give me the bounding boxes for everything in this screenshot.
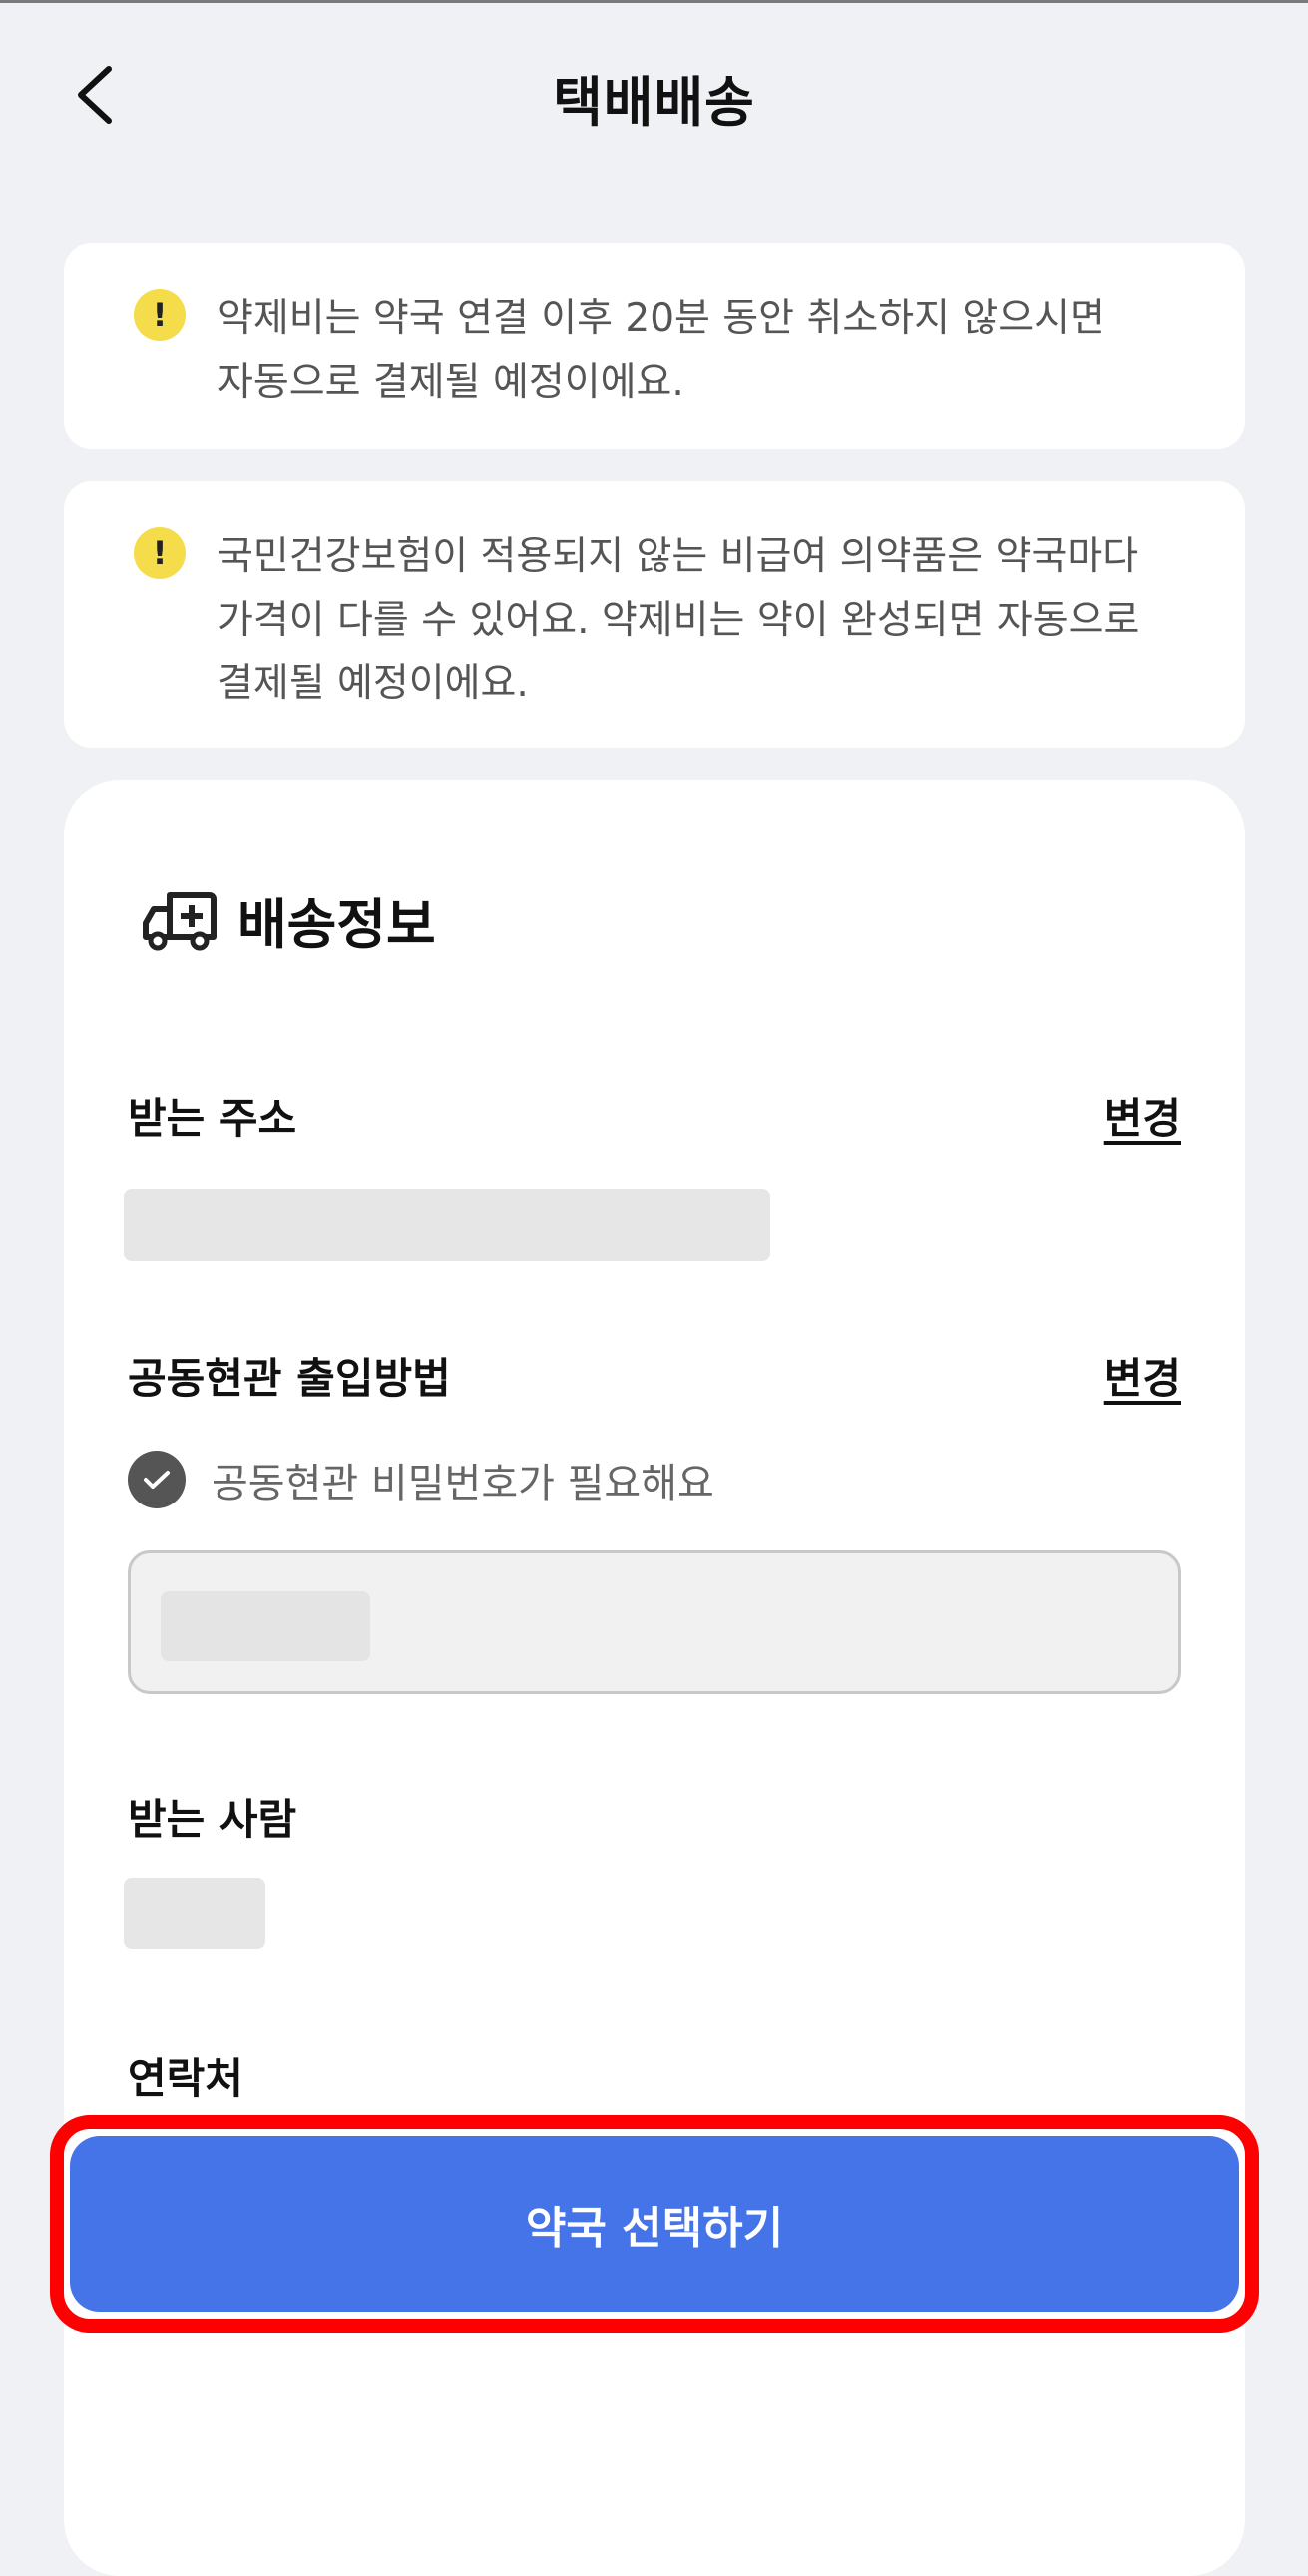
warning-icon: ! [134,289,186,341]
section-title: 배송정보 [237,893,436,956]
delivery-truck-icon [143,891,217,950]
section-header: 배송정보 [140,880,436,959]
entrance-change-link[interactable]: 변경 [1104,1345,1181,1406]
warning-icon: ! [134,527,186,579]
notice-line: 자동으로 결제될 예정이에요. [218,360,684,405]
notice-line: 약제비는 약국 연결 이후 20분 동안 취소하지 않으시면 [218,296,1105,341]
contact-label: 연락처 [128,2054,243,2103]
page-title: 택배배송 [553,71,755,134]
notice-line: 국민건강보험이 적용되지 않는 비급여 의약품은 약국마다 [218,534,1139,579]
check-icon [128,1451,186,1508]
notice-card-non-covered: ! 국민건강보험이 적용되지 않는 비급여 의약품은 약국마다 가격이 다를 수… [64,481,1245,748]
password-value-redacted [161,1591,370,1661]
password-needed-option[interactable]: 공동현관 비밀번호가 필요해요 [128,1451,714,1508]
recipient-label: 받는 사람 [128,1795,297,1844]
recipient-value-redacted [124,1878,265,1949]
password-needed-text: 공동현관 비밀번호가 필요해요 [212,1461,714,1506]
top-app-bar: 택배배송 [0,30,1308,150]
notice-card-payment: ! 약제비는 약국 연결 이후 20분 동안 취소하지 않으시면 자동으로 결제… [64,243,1245,449]
address-value-redacted [124,1189,770,1261]
status-divider [0,0,1308,3]
address-change-link[interactable]: 변경 [1104,1085,1181,1146]
address-label: 받는 주소 [128,1094,297,1143]
select-pharmacy-button[interactable]: 약국 선택하기 [70,2136,1239,2312]
notice-line: 결제될 예정이에요. [218,661,529,706]
notice-line: 가격이 다를 수 있어요. 약제비는 약이 완성되면 자동으로 [218,598,1140,643]
entrance-password-input[interactable] [128,1550,1181,1694]
entrance-method-label: 공동현관 출입방법 [128,1354,451,1403]
